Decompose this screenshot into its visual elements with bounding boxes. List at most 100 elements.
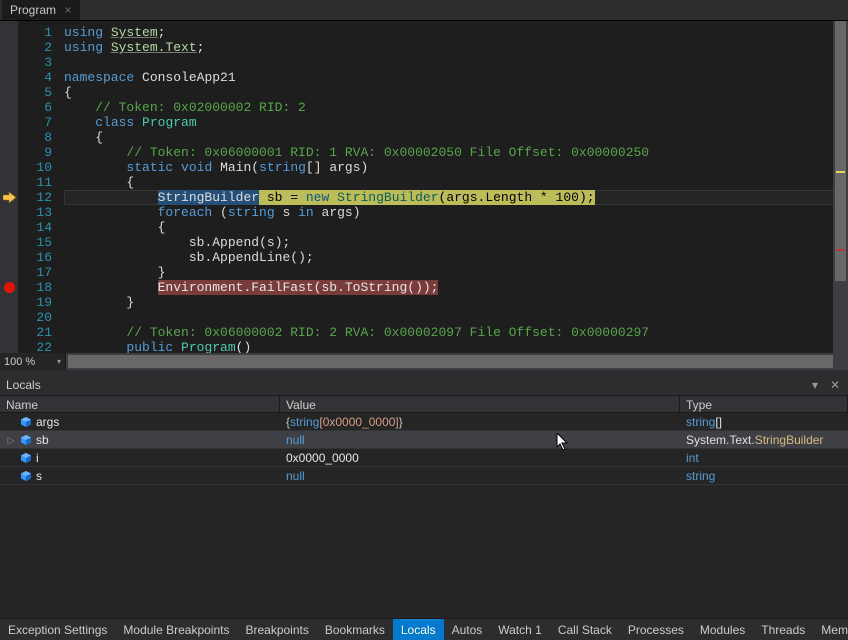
- toolwindow-tab-module-breakpoints[interactable]: Module Breakpoints: [115, 619, 237, 640]
- code-line[interactable]: [64, 310, 848, 325]
- code-line[interactable]: // Token: 0x02000002 RID: 2: [64, 100, 848, 115]
- glyph-margin[interactable]: [0, 21, 18, 370]
- code-body: 1234567891011121314151617181920212223 – …: [0, 21, 848, 370]
- hscroll-thumb[interactable]: [68, 355, 833, 368]
- locals-rows[interactable]: args{string[0x0000_0000]}string[]▷sbnull…: [0, 413, 848, 618]
- col-value-header[interactable]: Value: [280, 396, 680, 412]
- line-number: 11: [18, 175, 52, 190]
- horizontal-scrollbar-row: 100 % ▾: [0, 353, 848, 370]
- line-number: 1: [18, 25, 52, 40]
- file-tab-bar: Program ×: [0, 0, 848, 20]
- tool-window-strip: Exception SettingsModule BreakpointsBrea…: [0, 618, 848, 640]
- code-line[interactable]: // Token: 0x06000002 RID: 2 RVA: 0x00002…: [64, 325, 848, 340]
- variable-icon: [20, 434, 32, 446]
- code-line[interactable]: namespace ConsoleApp21: [64, 70, 848, 85]
- line-number: 17: [18, 265, 52, 280]
- variable-name: args: [36, 413, 59, 431]
- toolwindow-tab-bookmarks[interactable]: Bookmarks: [317, 619, 393, 640]
- toolwindow-tab-processes[interactable]: Processes: [620, 619, 692, 640]
- locals-row[interactable]: args{string[0x0000_0000]}string[]: [0, 413, 848, 431]
- line-number: 7: [18, 115, 52, 130]
- locals-titlebar[interactable]: Locals ▾ ✕: [0, 375, 848, 395]
- toolwindow-tab-breakpoints[interactable]: Breakpoints: [237, 619, 316, 640]
- line-number: 18: [18, 280, 52, 295]
- locals-title-label: Locals: [6, 378, 41, 392]
- toolwindow-tab-call-stack[interactable]: Call Stack: [550, 619, 620, 640]
- code-line[interactable]: foreach (string s in args): [64, 205, 848, 220]
- chevron-down-icon: ▾: [57, 357, 61, 366]
- code-line[interactable]: {: [64, 130, 848, 145]
- line-number: 9: [18, 145, 52, 160]
- vertical-scrollbar[interactable]: [833, 21, 848, 370]
- locals-row[interactable]: i0x0000_0000int: [0, 449, 848, 467]
- variable-value[interactable]: null: [280, 431, 680, 449]
- line-number: 15: [18, 235, 52, 250]
- code-line[interactable]: StringBuilder sb = new StringBuilder(arg…: [64, 190, 848, 205]
- code-line[interactable]: // Token: 0x06000001 RID: 1 RVA: 0x00002…: [64, 145, 848, 160]
- locals-panel: Locals ▾ ✕ Name Value Type args {string[0…: [0, 375, 848, 618]
- window-position-icon[interactable]: ▾: [806, 377, 824, 393]
- line-number: 6: [18, 100, 52, 115]
- line-number: 13: [18, 205, 52, 220]
- zoom-selector[interactable]: 100 % ▾: [0, 353, 66, 370]
- line-number: 8: [18, 130, 52, 145]
- variable-type: System.Text.StringBuilder: [680, 431, 848, 449]
- code-line[interactable]: using System;: [64, 25, 848, 40]
- variable-type: string: [680, 467, 848, 485]
- locals-row[interactable]: snullstring: [0, 467, 848, 485]
- col-type-header[interactable]: Type: [680, 396, 848, 412]
- code-line[interactable]: }: [64, 295, 848, 310]
- code-editor[interactable]: 1234567891011121314151617181920212223 – …: [0, 20, 848, 370]
- scroll-mark-current: [836, 171, 845, 173]
- line-number: 12: [18, 190, 52, 205]
- toolwindow-tab-threads[interactable]: Threads: [753, 619, 813, 640]
- code-line[interactable]: sb.AppendLine();: [64, 250, 848, 265]
- line-number: 20: [18, 310, 52, 325]
- file-tab[interactable]: Program ×: [2, 0, 80, 20]
- toolwindow-tab-modules[interactable]: Modules: [692, 619, 753, 640]
- variable-icon: [20, 470, 32, 482]
- current-statement-arrow-icon: [2, 190, 16, 204]
- code-line[interactable]: class Program: [64, 115, 848, 130]
- variable-value[interactable]: null: [280, 467, 680, 485]
- close-icon[interactable]: ×: [62, 3, 74, 17]
- expander-icon[interactable]: ▷: [6, 431, 16, 449]
- variable-name: sb: [36, 431, 49, 449]
- line-number: 10: [18, 160, 52, 175]
- toolwindow-tab-memory-1[interactable]: Memory 1: [813, 619, 848, 640]
- variable-value[interactable]: 0x0000_0000: [280, 449, 680, 467]
- zoom-value: 100 %: [4, 356, 35, 368]
- line-number-gutter: 1234567891011121314151617181920212223: [18, 21, 60, 370]
- line-number: 14: [18, 220, 52, 235]
- code-line[interactable]: {: [64, 220, 848, 235]
- code-line[interactable]: Environment.FailFast(sb.ToString());: [64, 280, 848, 295]
- code-line[interactable]: sb.Append(s);: [64, 235, 848, 250]
- code-area[interactable]: – using System;using System.Text;namespa…: [60, 21, 848, 370]
- line-number: 19: [18, 295, 52, 310]
- toolwindow-tab-exception-settings[interactable]: Exception Settings: [0, 619, 115, 640]
- variable-value[interactable]: {string[0x0000_0000]}: [280, 413, 680, 431]
- col-name-header[interactable]: Name: [0, 396, 280, 412]
- breakpoint-icon[interactable]: [4, 282, 15, 293]
- toolwindow-tab-watch-1[interactable]: Watch 1: [490, 619, 550, 640]
- scroll-mark-breakpoint: [836, 249, 845, 251]
- variable-type: int: [680, 449, 848, 467]
- close-icon[interactable]: ✕: [826, 377, 844, 393]
- toolwindow-tab-autos[interactable]: Autos: [444, 619, 491, 640]
- code-line[interactable]: {: [64, 175, 848, 190]
- code-line[interactable]: {: [64, 85, 848, 100]
- variable-icon: [20, 416, 32, 428]
- locals-columns: Name Value Type: [0, 395, 848, 413]
- line-number: 4: [18, 70, 52, 85]
- line-number: 2: [18, 40, 52, 55]
- locals-row[interactable]: ▷ sb nullSystem.Text.StringBuilder: [0, 431, 848, 449]
- file-tab-label: Program: [10, 3, 56, 17]
- code-line[interactable]: }: [64, 265, 848, 280]
- code-line[interactable]: [64, 55, 848, 70]
- line-number: 5: [18, 85, 52, 100]
- scroll-thumb[interactable]: [835, 21, 846, 281]
- code-line[interactable]: static void Main(string[] args): [64, 160, 848, 175]
- code-line[interactable]: using System.Text;: [64, 40, 848, 55]
- toolwindow-tab-locals[interactable]: Locals: [393, 619, 444, 640]
- line-number: 21: [18, 325, 52, 340]
